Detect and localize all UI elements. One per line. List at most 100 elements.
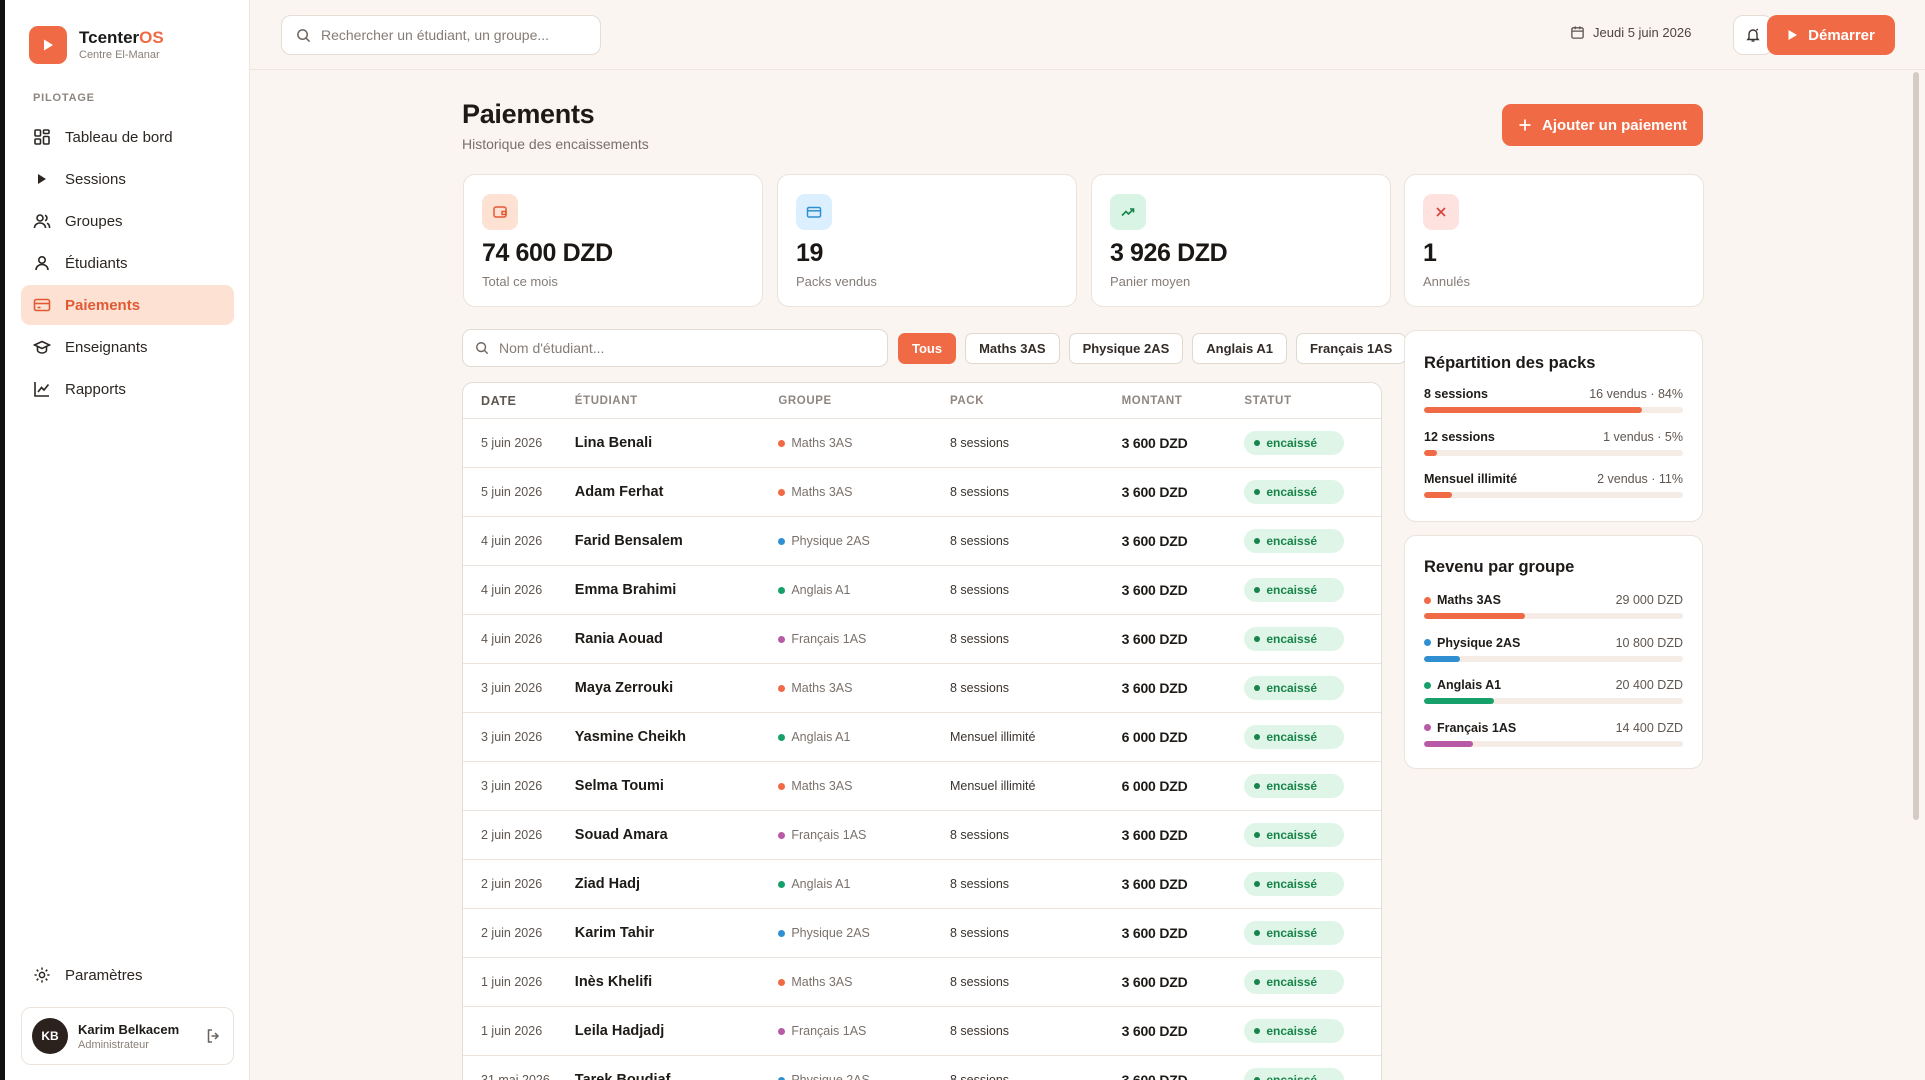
status-label: encaissé xyxy=(1266,828,1318,842)
table-row[interactable]: 3 juin 2026 Selma Toumi Maths 3AS Mensuel i… xyxy=(463,762,1381,811)
table-row[interactable]: 5 juin 2026 Lina Benali Maths 3AS 8 session… xyxy=(463,419,1381,468)
stat-value: 3 926 DZD xyxy=(1110,239,1228,267)
global-search[interactable] xyxy=(281,15,601,55)
group-color-dot xyxy=(1424,681,1431,689)
table-row[interactable]: 2 juin 2026 Ziad Hadj Anglais A1 8 sessions… xyxy=(463,860,1381,909)
user-card[interactable]: KB Karim Belkacem Administrateur xyxy=(21,1007,234,1065)
scrollbar[interactable] xyxy=(1913,72,1919,820)
status-label: encaissé xyxy=(1266,436,1318,450)
group-label: Français 1AS xyxy=(791,1024,867,1038)
table-row[interactable]: 3 juin 2026 Maya Zerrouki Maths 3AS 8 sessi… xyxy=(463,664,1381,713)
chart-line-icon xyxy=(34,382,50,397)
filter-chip-tous[interactable]: Tous xyxy=(898,333,957,364)
cell-date: 31 mai 2026 xyxy=(481,1073,550,1080)
credit-card-icon xyxy=(33,298,51,312)
sidebar-item-rapports[interactable]: Rapports xyxy=(21,369,234,409)
cell-date: 1 juin 2026 xyxy=(481,975,543,989)
cell-date: 4 juin 2026 xyxy=(481,583,543,597)
group-filter-chips: Tous Maths 3AS Physique 2AS Anglais A1 F… xyxy=(898,333,1407,364)
sidebar-item-dashboard[interactable]: Tableau de bord xyxy=(21,117,234,157)
status-label: encaissé xyxy=(1266,975,1318,989)
filter-chip-anglais-a1[interactable]: Anglais A1 xyxy=(1192,333,1287,364)
cell-date: 5 juin 2026 xyxy=(481,436,543,450)
status-dot xyxy=(1254,489,1261,495)
table-row[interactable]: 3 juin 2026 Yasmine Cheikh Anglais A1 Mensu… xyxy=(463,713,1381,762)
table-row[interactable]: 2 juin 2026 Souad Amara Français 1AS 8 sess… xyxy=(463,811,1381,860)
play-icon xyxy=(38,174,46,184)
app-subtitle: Centre El-Manar xyxy=(79,49,160,61)
plus-icon xyxy=(1519,119,1531,131)
sidebar-item-etudiants[interactable]: Étudiants xyxy=(21,243,234,283)
revenue-bar-fill xyxy=(1424,698,1494,704)
sidebar-item-label: Enseignants xyxy=(65,338,148,356)
group-color-dot xyxy=(778,684,786,692)
group-label: Maths 3AS xyxy=(791,779,853,793)
cell-student: Tarek Boudiaf xyxy=(574,1072,671,1080)
table-row[interactable]: 5 juin 2026 Adam Ferhat Maths 3AS 8 session… xyxy=(463,468,1381,517)
student-search-input[interactable] xyxy=(499,340,759,356)
sidebar-item-parametres[interactable]: Paramètres xyxy=(33,966,143,984)
cell-student: Farid Bensalem xyxy=(574,533,683,549)
revenue-bar xyxy=(1424,698,1683,704)
table-row[interactable]: 31 mai 2026 Tarek Boudiaf Physique 2AS 8 se… xyxy=(463,1056,1381,1080)
pack-meta: 2 vendus · 11% xyxy=(1597,472,1683,486)
student-search[interactable] xyxy=(462,329,888,367)
filter-chip-francais-1as[interactable]: Français 1AS xyxy=(1295,333,1407,364)
add-payment-button[interactable]: Ajouter un paiement xyxy=(1502,104,1703,146)
cell-group: Anglais A1 xyxy=(778,583,950,597)
cell-date: 4 juin 2026 xyxy=(481,632,543,646)
packs-panel-title: Répartition des packs xyxy=(1424,354,1596,372)
status-label: encaissé xyxy=(1266,779,1318,793)
play-icon xyxy=(1788,30,1798,40)
group-color-dot xyxy=(778,782,786,790)
cell-status: encaissé xyxy=(1244,529,1381,553)
sidebar-item-groupes[interactable]: Groupes xyxy=(21,201,234,241)
status-dot xyxy=(1254,587,1261,593)
pack-bar xyxy=(1424,407,1683,413)
sidebar-item-paiements[interactable]: Paiements xyxy=(21,285,234,325)
filter-chip-maths-3as[interactable]: Maths 3AS xyxy=(965,333,1060,364)
table-row[interactable]: 4 juin 2026 Rania Aouad Français 1AS 8 sess… xyxy=(463,615,1381,664)
sidebar-item-enseignants[interactable]: Enseignants xyxy=(21,327,234,367)
column-header-student[interactable]: ÉTUDIANT xyxy=(575,395,779,407)
status-badge: encaissé xyxy=(1244,823,1345,847)
stat-value: 74 600 DZD xyxy=(482,239,613,267)
cell-group: Maths 3AS xyxy=(778,485,950,499)
table-row[interactable]: 4 juin 2026 Farid Bensalem Physique 2AS 8 s… xyxy=(463,517,1381,566)
cell-amount: 3 600 DZD xyxy=(1121,876,1188,892)
pack-bar-fill xyxy=(1424,407,1642,413)
filter-chip-physique-2as[interactable]: Physique 2AS xyxy=(1068,333,1184,364)
table-row[interactable]: 1 juin 2026 Inès Khelifi Maths 3AS 8 sessio… xyxy=(463,958,1381,1007)
sidebar-item-sessions[interactable]: Sessions xyxy=(21,159,234,199)
revenue-group-name: Physique 2AS xyxy=(1437,635,1521,650)
column-header-group[interactable]: GROUPE xyxy=(778,395,950,407)
revenue-panel: Revenu par groupe Maths 3AS 29 000 DZD Phy… xyxy=(1404,535,1703,769)
table-row[interactable]: 4 juin 2026 Emma Brahimi Anglais A1 8 sessi… xyxy=(463,566,1381,615)
cell-date: 2 juin 2026 xyxy=(481,926,543,940)
cell-pack: 8 sessions xyxy=(949,1024,1010,1038)
start-button[interactable]: Démarrer xyxy=(1767,15,1895,55)
column-header-status[interactable]: STATUT xyxy=(1244,395,1381,407)
stat-card-packs: 19 Packs vendus xyxy=(777,174,1077,307)
group-label: Français 1AS xyxy=(791,632,867,646)
group-color-dot xyxy=(778,929,786,937)
status-label: encaissé xyxy=(1266,1024,1318,1038)
column-header-pack[interactable]: PACK xyxy=(950,395,1122,407)
avatar: KB xyxy=(32,1018,68,1054)
logout-icon[interactable] xyxy=(205,1027,223,1045)
cell-student: Adam Ferhat xyxy=(574,484,664,500)
group-color-dot xyxy=(778,831,786,839)
column-header-amount[interactable]: MONTANT xyxy=(1122,395,1245,407)
cell-group: Physique 2AS xyxy=(778,926,950,940)
global-search-input[interactable] xyxy=(321,27,581,43)
column-header-date[interactable]: DATE xyxy=(463,394,575,408)
status-badge: encaissé xyxy=(1244,676,1345,700)
group-color-dot xyxy=(1424,596,1431,604)
table-row[interactable]: 2 juin 2026 Karim Tahir Physique 2AS 8 sess… xyxy=(463,909,1381,958)
group-label: Maths 3AS xyxy=(791,681,853,695)
brand[interactable]: TcenterOS Centre El-Manar xyxy=(29,26,164,64)
cell-date: 3 juin 2026 xyxy=(481,730,543,744)
table-row[interactable]: 1 juin 2026 Leila Hadjadj Français 1AS 8 se… xyxy=(463,1007,1381,1056)
status-dot xyxy=(1254,783,1261,789)
cell-pack: Mensuel illimité xyxy=(949,730,1036,744)
